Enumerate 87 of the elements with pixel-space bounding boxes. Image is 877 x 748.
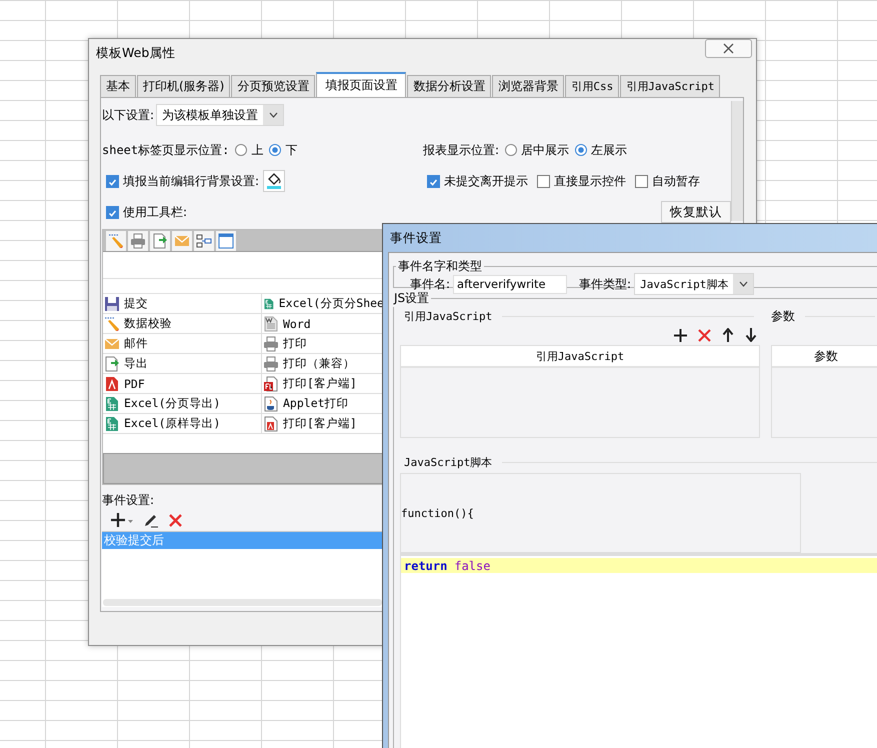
toolbar-item[interactable]: 打印[客户端] [283, 416, 357, 431]
page-arrow-icon [152, 232, 168, 248]
section-label: 引用JavaScript [403, 308, 492, 324]
field-label: 事件类型: [579, 276, 632, 292]
toolbar-item[interactable]: 提交 [124, 296, 148, 311]
field-label: 以下设置: [102, 106, 154, 124]
toolbar-item[interactable]: 打印[客户端] [283, 376, 357, 391]
up-arrow-icon[interactable] [722, 328, 734, 342]
tab[interactable]: 基本 [100, 75, 136, 97]
cup-document-icon [263, 396, 279, 412]
pdf-file-icon [263, 416, 279, 432]
paint-bucket-button[interactable] [263, 170, 286, 192]
section-label: JavaScript脚本 [403, 454, 492, 470]
column-header: 引用JavaScript [401, 346, 759, 368]
checkbox-label: 未提交离开提示 [444, 172, 528, 190]
printer-icon [130, 232, 146, 248]
radio-label: 居中展示 [521, 142, 570, 158]
toolbar-item[interactable]: 导出 [124, 356, 148, 371]
scrollbar[interactable] [103, 599, 382, 606]
section-label: 参数 [771, 308, 795, 324]
close-icon [723, 43, 734, 54]
radio-button[interactable] [575, 144, 588, 156]
group-title: 事件名字和类型 [397, 258, 483, 275]
checkbox-label: 自动暂存 [652, 172, 700, 190]
delete-icon[interactable] [168, 512, 183, 528]
tab[interactable]: 引用JavaScript [620, 75, 720, 97]
radio-button[interactable] [269, 144, 282, 156]
printer-icon [263, 336, 279, 352]
code-line: function(){ [401, 506, 474, 520]
dialog-title: 事件设置 [390, 230, 442, 246]
printer-icon [263, 356, 279, 372]
tab[interactable]: 引用Css [565, 75, 620, 97]
toolbar-item[interactable]: PDF [124, 376, 145, 390]
radio-label: 上 [251, 142, 264, 158]
toolbar-item[interactable]: 数据校验 [124, 316, 172, 331]
down-arrow-icon[interactable] [745, 328, 757, 342]
toolbar-item[interactable]: Excel(分页导出) [124, 396, 220, 411]
checkbox[interactable] [537, 174, 550, 188]
toolbar-item[interactable]: 打印（兼容） [283, 356, 355, 371]
section-label: 事件设置: [102, 493, 154, 507]
toolbar-item[interactable]: 打印 [283, 336, 307, 351]
checkbox[interactable] [106, 174, 119, 188]
radio-button[interactable] [235, 144, 248, 156]
field-label: 事件名: [410, 276, 450, 292]
checkbox-label: 填报当前编辑行背景设置: [123, 172, 260, 190]
caret-icon [738, 281, 748, 287]
scrollbar[interactable] [731, 101, 743, 221]
checkbox[interactable] [106, 206, 119, 218]
tab[interactable]: 数据分析设置 [407, 75, 492, 97]
event-type-dropdown[interactable]: JavaScript脚本 [634, 273, 754, 295]
tab[interactable]: 填报页面设置 [316, 72, 406, 97]
toolbar-item[interactable]: Excel(原样导出) [124, 416, 220, 431]
checkbox-label: 使用工具栏: [123, 204, 188, 220]
pencil-icon [104, 316, 120, 332]
toolbar-item[interactable]: 邮件 [124, 336, 148, 351]
paint-bucket-icon [265, 172, 284, 190]
add-icon[interactable] [110, 512, 134, 528]
pencil-icon [108, 232, 124, 248]
radio-label: 左展示 [591, 142, 628, 158]
group-title: JS设置 [392, 290, 430, 307]
checkbox[interactable] [635, 174, 648, 188]
delete-icon[interactable] [698, 328, 711, 342]
toolbar-item[interactable]: Word [283, 316, 311, 330]
tab[interactable]: 分页预览设置 [231, 75, 316, 97]
window-icon [218, 232, 234, 248]
envelope-icon [174, 232, 190, 248]
document-badge-icon [263, 376, 279, 392]
tab[interactable]: 打印机(服务器) [137, 75, 230, 97]
checkbox[interactable] [427, 174, 440, 188]
checkbox-label: 直接显示控件 [554, 172, 626, 190]
close-button[interactable] [705, 39, 752, 58]
column-header: 参数 [772, 346, 877, 368]
radio-button[interactable] [505, 144, 518, 156]
pencil-icon[interactable] [143, 512, 159, 528]
code-editor[interactable]: return false [400, 553, 877, 748]
add-icon[interactable] [674, 328, 687, 342]
field-label: sheet标签页显示位置: [102, 142, 230, 158]
window-title: 模板Web属性 [96, 44, 176, 62]
toolbar-item[interactable]: Applet打印 [283, 396, 349, 411]
radio-label: 下 [285, 142, 298, 158]
restore-defaults-button[interactable]: 恢复默认 [661, 201, 732, 223]
tab[interactable]: 浏览器背景 [492, 75, 564, 97]
layout-icon [196, 232, 212, 248]
event-name-field[interactable]: afterverifywrite [453, 274, 568, 294]
caret-icon [268, 112, 278, 118]
scope-dropdown[interactable]: 为该模板单独设置 [156, 104, 284, 126]
field-label: 报表显示位置: [423, 142, 500, 158]
